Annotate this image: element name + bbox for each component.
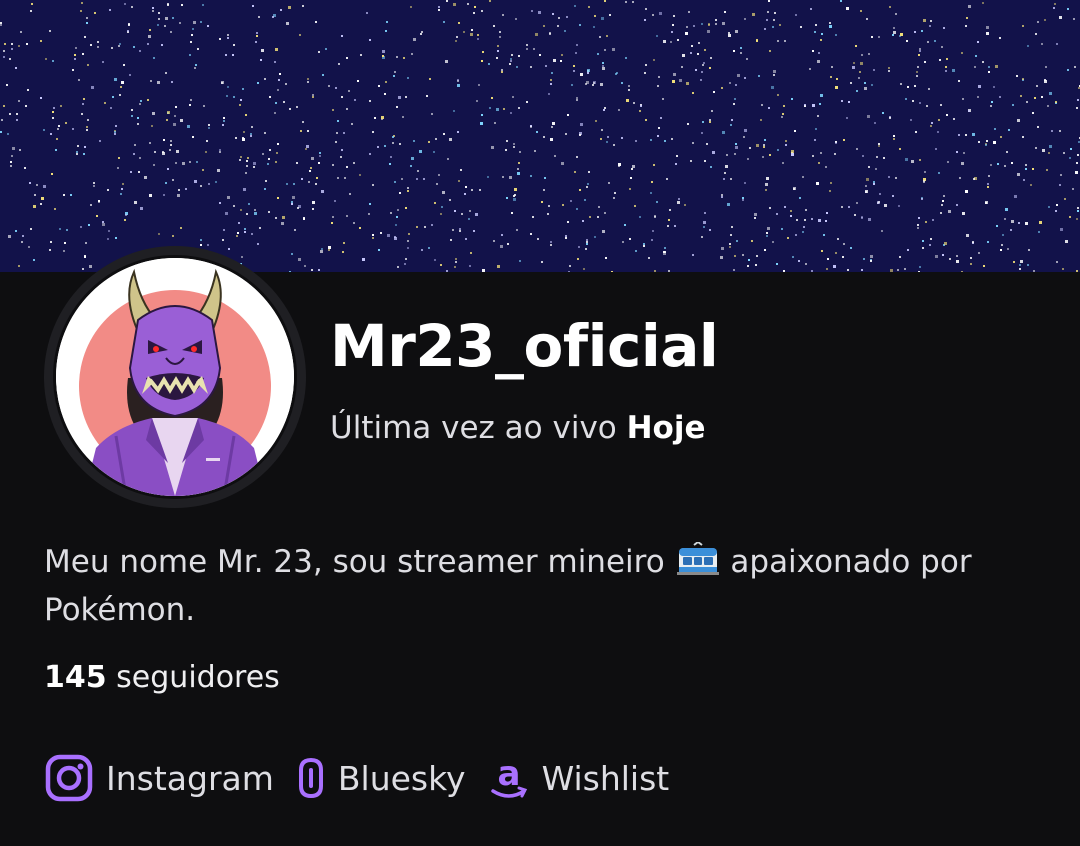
oni-mask-avatar-image	[56, 258, 294, 496]
train-icon	[676, 542, 719, 575]
followers-number: 145	[44, 660, 107, 695]
social-links: Instagram Bluesky a Wishlist	[44, 752, 691, 804]
bluesky-link-label: Bluesky	[337, 758, 466, 798]
instagram-link-label: Instagram	[106, 758, 274, 798]
wishlist-link[interactable]: a Wishlist	[488, 753, 670, 803]
channel-bio: Meu nome Mr. 23, sou streamer mineiro ap…	[44, 538, 1034, 634]
followers-count: 145 seguidores	[44, 660, 280, 695]
bluesky-icon	[296, 756, 326, 800]
last-live-prefix: Última vez ao vivo	[330, 410, 617, 446]
channel-name: Mr23_oficial	[330, 312, 719, 380]
instagram-icon	[44, 753, 94, 803]
amazon-icon: a	[488, 753, 530, 803]
instagram-link[interactable]: Instagram	[44, 753, 274, 803]
wishlist-link-label: Wishlist	[541, 758, 670, 798]
channel-avatar[interactable]	[44, 246, 306, 508]
starfield-banner-image	[0, 0, 1080, 272]
bio-text-start: Meu nome Mr. 23, sou streamer mineiro	[44, 544, 665, 580]
bluesky-link[interactable]: Bluesky	[296, 756, 466, 800]
profile-banner	[0, 0, 1080, 272]
svg-text:a: a	[497, 754, 520, 794]
followers-label: seguidores	[116, 660, 280, 695]
last-live-status: Última vez ao vivo Hoje	[330, 410, 706, 446]
last-live-value: Hoje	[626, 410, 706, 446]
